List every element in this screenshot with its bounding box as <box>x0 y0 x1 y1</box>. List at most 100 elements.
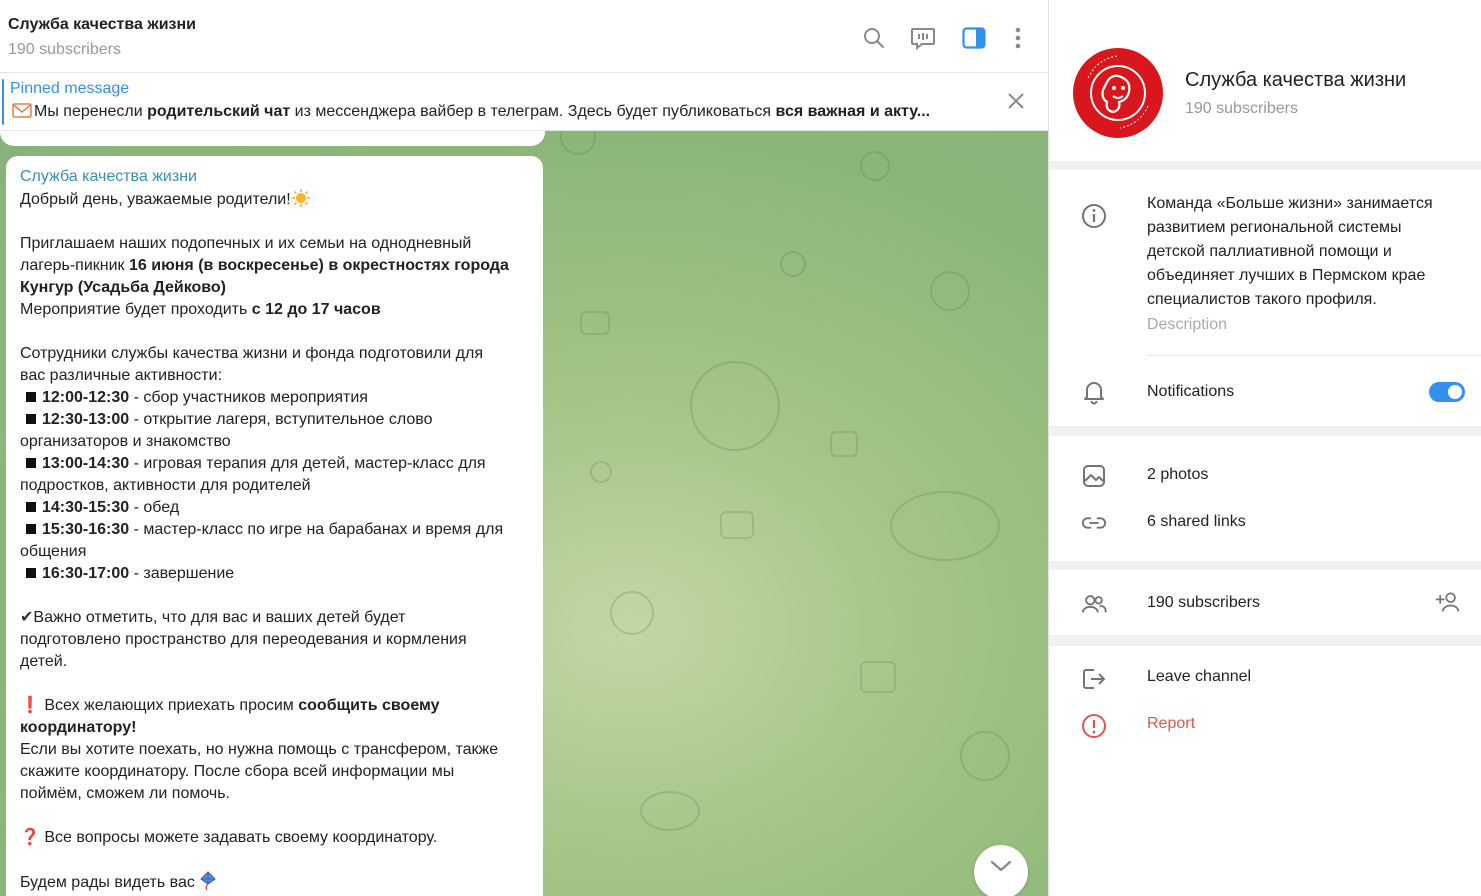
bg-doodle <box>580 311 610 335</box>
black-square-icon <box>26 458 36 469</box>
pinned-text-part: из мессенджера вайбер в телеграм. Здесь … <box>290 103 776 120</box>
video-chat-icon[interactable] <box>910 25 936 51</box>
sun-emoji-icon <box>291 189 311 208</box>
chevron-down-icon <box>990 859 1012 878</box>
schedule-text: - игровая терапия для детей, мастер-клас… <box>129 455 486 472</box>
info-icon <box>1081 203 1107 229</box>
text-bold: Кунгур (Усадьба Дейково) <box>20 279 227 296</box>
photo-icon <box>1081 463 1107 489</box>
greeting-text: Добрый день, уважаемые родители! <box>20 191 291 208</box>
channel-avatar[interactable] <box>1073 48 1163 138</box>
bg-doodle <box>890 491 1000 561</box>
channel-description[interactable]: Команда «Больше жизни» занимается развит… <box>1147 192 1457 312</box>
message-line: лагерь-пикник 16 июня (в воскресенье) в … <box>20 255 529 277</box>
message-line: Сотрудники службы качества жизни и фонда… <box>20 345 484 362</box>
schedule-text: - открытие лагеря, вступительное слово <box>129 411 433 428</box>
previous-message-bubble <box>0 131 545 146</box>
schedule-time: 15:30-16:30 <box>42 521 130 538</box>
sidebar-toggle-icon[interactable] <box>961 25 987 51</box>
channel-subscribers: 190 subscribers <box>1185 100 1298 117</box>
schedule-text: - завершение <box>129 565 235 582</box>
kite-icon <box>199 871 217 891</box>
description-label: Description <box>1147 316 1228 333</box>
profile-section: Служба качества жизни 190 subscribers <box>1049 0 1481 161</box>
black-square-icon <box>26 414 36 425</box>
bg-doodle <box>960 731 1010 781</box>
envelope-icon <box>12 103 34 120</box>
schedule-item: 14:30-15:30 - обед <box>20 497 529 519</box>
schedule-continuation: организаторов и знакомство <box>20 433 231 450</box>
chat-title[interactable]: Служба качества жизни <box>8 16 196 34</box>
channel-name: Служба качества жизни <box>1185 69 1407 91</box>
text-part: Важно отметить, что для вас и ваших дете… <box>33 609 406 626</box>
message-line: подготовлено пространство для переодеван… <box>20 631 467 648</box>
info-section: Команда «Больше жизни» занимается развит… <box>1049 170 1481 426</box>
text-bold: с 12 до 17 часов <box>251 301 381 318</box>
pinned-indicator <box>2 79 4 125</box>
pinned-title: Pinned message <box>10 80 130 97</box>
schedule-time: 13:00-14:30 <box>42 455 130 472</box>
message-author[interactable]: Служба качества жизни <box>20 166 529 188</box>
schedule-item: 13:00-14:30 - игровая терапия для детей,… <box>20 453 529 475</box>
message-line: вас различные активности: <box>20 367 223 384</box>
report-button[interactable]: Report <box>1147 715 1195 733</box>
message-line: скажите координатору. После сбора всей и… <box>20 763 455 780</box>
close-icon[interactable] <box>1006 91 1026 116</box>
text-part: лагерь-пикник <box>20 257 129 274</box>
message-line: детей. <box>20 653 68 670</box>
schedule-text: - мастер-класс по игре на барабанах и вр… <box>129 521 504 538</box>
photos-link[interactable]: 2 photos <box>1147 466 1208 484</box>
text-part: Всех желающих приехать просим <box>39 697 299 714</box>
black-square-icon <box>26 568 36 579</box>
bg-doodle <box>690 361 780 451</box>
bell-icon <box>1081 379 1107 405</box>
pinned-text-part: Мы перенесли <box>34 103 148 120</box>
channel-info-panel: Служба качества жизни 190 subscribers Ко… <box>1048 0 1481 896</box>
text-bold: сообщить своему <box>298 697 440 714</box>
notifications-toggle[interactable] <box>1429 382 1465 402</box>
schedule-text: - обед <box>129 499 180 516</box>
bg-doodle <box>930 271 970 311</box>
schedule-text: - сбор участников мероприятия <box>129 389 368 406</box>
pinned-text-bold: родительский чат <box>147 103 291 120</box>
bg-doodle <box>780 251 806 277</box>
shared-links-link[interactable]: 6 shared links <box>1147 513 1246 531</box>
chat-header: Служба качества жизни 190 subscribers <box>0 0 1048 73</box>
notifications-label[interactable]: Notifications <box>1147 383 1234 401</box>
search-icon[interactable] <box>861 25 887 51</box>
subscribers-link[interactable]: 190 subscribers <box>1147 594 1260 612</box>
message-line: Кунгур (Усадьба Дейково) <box>20 277 529 299</box>
schedule-continuation: общения <box>20 543 87 560</box>
bg-doodle <box>610 591 654 635</box>
bg-doodle <box>590 461 612 483</box>
add-user-icon[interactable] <box>1435 589 1461 615</box>
message-bubble[interactable]: Служба качества жизни Добрый день, уважа… <box>6 156 543 896</box>
message-line: Будем рады видеть вас <box>20 871 529 894</box>
message-line: ❓ Все вопросы можете задавать своему коо… <box>20 827 529 849</box>
pinned-text: Мы перенесли родительский чат из мессенд… <box>12 103 972 121</box>
divider <box>1147 355 1481 356</box>
bg-doodle <box>640 791 700 831</box>
message-line: координатору! <box>20 717 529 739</box>
message-line: Добрый день, уважаемые родители! <box>20 188 529 211</box>
text-part: Мероприятие будет проходить <box>20 301 252 318</box>
members-section: 190 subscribers <box>1049 570 1481 635</box>
message-line: Приглашаем наших подопечных и их семьи н… <box>20 235 472 252</box>
more-vert-icon[interactable] <box>1005 25 1031 51</box>
leave-channel-button[interactable]: Leave channel <box>1147 668 1251 686</box>
check-mark-icon: ✔ <box>20 609 34 626</box>
leave-icon <box>1081 666 1107 692</box>
scroll-down-button[interactable] <box>974 845 1028 896</box>
chat-subscribers: 190 subscribers <box>8 41 121 58</box>
text-part: Будем рады видеть вас <box>20 874 200 891</box>
message-line: Если вы хотите поехать, но нужна помощь … <box>20 741 499 758</box>
schedule-time: 12:30-13:00 <box>42 411 130 428</box>
message-line: поймём, сможем ли помочь. <box>20 785 230 802</box>
schedule-item: 12:30-13:00 - открытие лагеря, вступител… <box>20 409 529 431</box>
pinned-message-bar[interactable]: Pinned message Мы перенесли родительский… <box>0 73 1048 131</box>
report-icon <box>1081 713 1107 739</box>
bg-doodle <box>830 431 858 457</box>
actions-section: Leave channel Report <box>1049 646 1481 896</box>
black-square-icon <box>26 502 36 513</box>
bg-doodle <box>860 151 890 181</box>
